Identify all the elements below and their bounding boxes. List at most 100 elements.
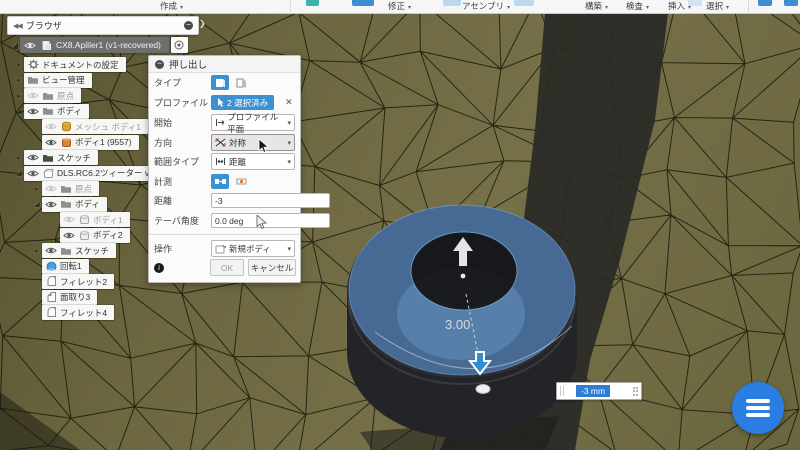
visibility-eye-icon[interactable] (63, 215, 75, 224)
expand-arrow-icon[interactable]: ◢ (14, 169, 24, 177)
dimension-box-drag-handle[interactable] (633, 387, 639, 396)
visibility-eye-icon[interactable] (27, 153, 39, 162)
visibility-eye-icon[interactable] (27, 169, 39, 178)
menu-7[interactable]: 選択 (706, 1, 729, 14)
direction-label: 方向 (154, 136, 211, 149)
measure-option-1-icon[interactable] (211, 174, 229, 189)
tree-item[interactable]: 面取り3 (32, 290, 97, 305)
menu-6[interactable]: 挿入 (668, 1, 691, 14)
tree-item[interactable]: ボディ1 (9557) (32, 135, 139, 150)
type-thin-extrude-icon[interactable] (232, 75, 250, 90)
expand-arrow-icon[interactable]: ▸ (32, 247, 42, 255)
expand-arrow-icon[interactable]: ▸ (14, 61, 24, 69)
profile-selection-chip[interactable]: 2 選択済み (211, 95, 274, 110)
tree-item[interactable]: ▸ スケッチ (32, 243, 116, 258)
tree-item[interactable]: ◢ボディ (32, 197, 107, 212)
tree-item[interactable]: ボディ1 (50, 212, 130, 227)
visibility-eye-icon[interactable] (45, 138, 57, 147)
toolbar-icon[interactable] (784, 0, 798, 6)
tree-item[interactable]: ▸原点 (14, 88, 81, 103)
extent-type-dropdown[interactable]: 距離 (211, 153, 295, 170)
visibility-eye-icon[interactable] (27, 91, 39, 100)
extrude-dialog: − 押し出し タイプ プロファイル 2 選択済み ✕ (148, 55, 301, 283)
expand-arrow-icon[interactable]: ▸ (14, 76, 24, 84)
dialog-header[interactable]: − 押し出し (149, 56, 300, 73)
tree-item-label: ボディ1 (93, 214, 123, 226)
panel-collapse-handle[interactable]: ❯ (199, 19, 206, 28)
type-extrude-icon[interactable] (211, 75, 229, 90)
visibility-eye-icon[interactable] (63, 231, 75, 240)
tree-item[interactable]: ボディ2 (50, 228, 130, 243)
tree-item[interactable]: ▸原点 (32, 181, 99, 196)
expand-arrow-icon[interactable]: ▸ (14, 154, 24, 162)
operation-dropdown[interactable]: 新規ボディ (211, 240, 295, 257)
tree-item[interactable]: 回転1 (32, 259, 89, 274)
menu-3[interactable]: アセンブリ (462, 1, 510, 14)
cancel-button[interactable]: キャンセル (248, 259, 296, 276)
tree-item-label: フィレット4 (60, 307, 107, 319)
tree-item[interactable]: ◢DLS.RC6.2ツィーター v (14, 166, 156, 181)
measure-option-2-icon[interactable] (232, 174, 250, 189)
expand-arrow-icon[interactable]: ▸ (14, 92, 24, 100)
toolbar-icon[interactable] (352, 0, 374, 6)
toolbar-divider (748, 1, 749, 12)
start-dropdown[interactable]: プロファイル平面 (211, 114, 295, 131)
browser-panel-title: ブラウザ (26, 19, 184, 32)
type-label: タイプ (154, 76, 211, 89)
menu-5[interactable]: 検査 (626, 1, 649, 14)
panel-minimize-icon[interactable]: − (184, 21, 193, 30)
tree-item-label: スケッチ (75, 245, 109, 257)
tree-item[interactable]: ◢ボディ (14, 104, 89, 119)
expand-arrow-icon[interactable]: ◢ (32, 200, 42, 208)
dimension-label: 3.00 (445, 317, 470, 332)
visibility-eye-icon[interactable] (45, 122, 57, 131)
body-gray-icon (78, 214, 90, 225)
menu-2[interactable]: 修正 (388, 1, 411, 14)
clear-selection-icon[interactable]: ✕ (285, 97, 293, 108)
body-orange-icon (60, 137, 72, 148)
tree-item-label: ドキュメントの設定 (42, 59, 119, 71)
document-icon (40, 40, 52, 51)
tree-item[interactable]: ▸スケッチ (14, 150, 98, 165)
expand-arrow-icon[interactable]: ▸ (32, 185, 42, 193)
marking-menu-button[interactable] (732, 382, 784, 434)
taper-angle-label: テーパ角度 (154, 214, 211, 227)
hamburger-icon (746, 399, 770, 403)
tree-item[interactable]: ▸ ドキュメントの設定 (14, 57, 126, 72)
component-icon (42, 168, 54, 179)
dimension-input-box[interactable]: -3 mm (556, 382, 642, 400)
visibility-eye-icon[interactable] (45, 200, 57, 209)
visibility-eye-icon[interactable] (24, 41, 36, 50)
toolbar-icon[interactable] (514, 0, 534, 6)
activate-component-radio[interactable] (171, 37, 188, 53)
menu-4[interactable]: 構築 (585, 1, 608, 14)
visibility-eye-icon[interactable] (45, 246, 57, 255)
menu-1[interactable]: 作成 (160, 1, 183, 14)
expand-arrow-icon[interactable]: ◢ (14, 107, 24, 115)
tree-item[interactable]: ▸ビュー管理 (14, 73, 92, 88)
dimension-box-grip[interactable] (560, 386, 564, 396)
direction-dropdown[interactable]: 対称 (211, 134, 295, 151)
visibility-eye-icon[interactable] (45, 184, 57, 193)
info-icon[interactable]: i (154, 263, 164, 273)
collapse-chevrons-icon[interactable]: ◀◀ (13, 22, 22, 30)
ok-button[interactable]: OK (210, 259, 244, 276)
browser-root-item[interactable]: ◢ CX8.Apiller1 (v1-recovered) (10, 37, 188, 53)
expand-arrow-icon[interactable]: ◢ (10, 41, 20, 50)
toolbar-icon[interactable] (758, 0, 772, 6)
tree-item[interactable]: フィレット4 (32, 305, 114, 320)
root-document-label: CX8.Apiller1 (v1-recovered) (56, 40, 161, 50)
taper-angle-input[interactable] (211, 213, 330, 228)
browser-panel-header[interactable]: ◀◀ ブラウザ − (7, 16, 199, 35)
toolbar-icon[interactable] (306, 0, 319, 6)
tree-item[interactable]: フィレット2 (32, 274, 114, 289)
operation-label: 操作 (154, 242, 211, 255)
toolbar-icon[interactable] (443, 0, 461, 6)
grip-point[interactable] (476, 385, 490, 394)
profile-plane-icon (215, 118, 224, 127)
visibility-eye-icon[interactable] (27, 107, 39, 116)
dimension-input-value[interactable]: -3 mm (576, 385, 610, 397)
new-body-icon (215, 244, 226, 254)
tree-item[interactable]: メッシュ ボディ1 (32, 119, 148, 134)
distance-input[interactable] (211, 193, 330, 208)
